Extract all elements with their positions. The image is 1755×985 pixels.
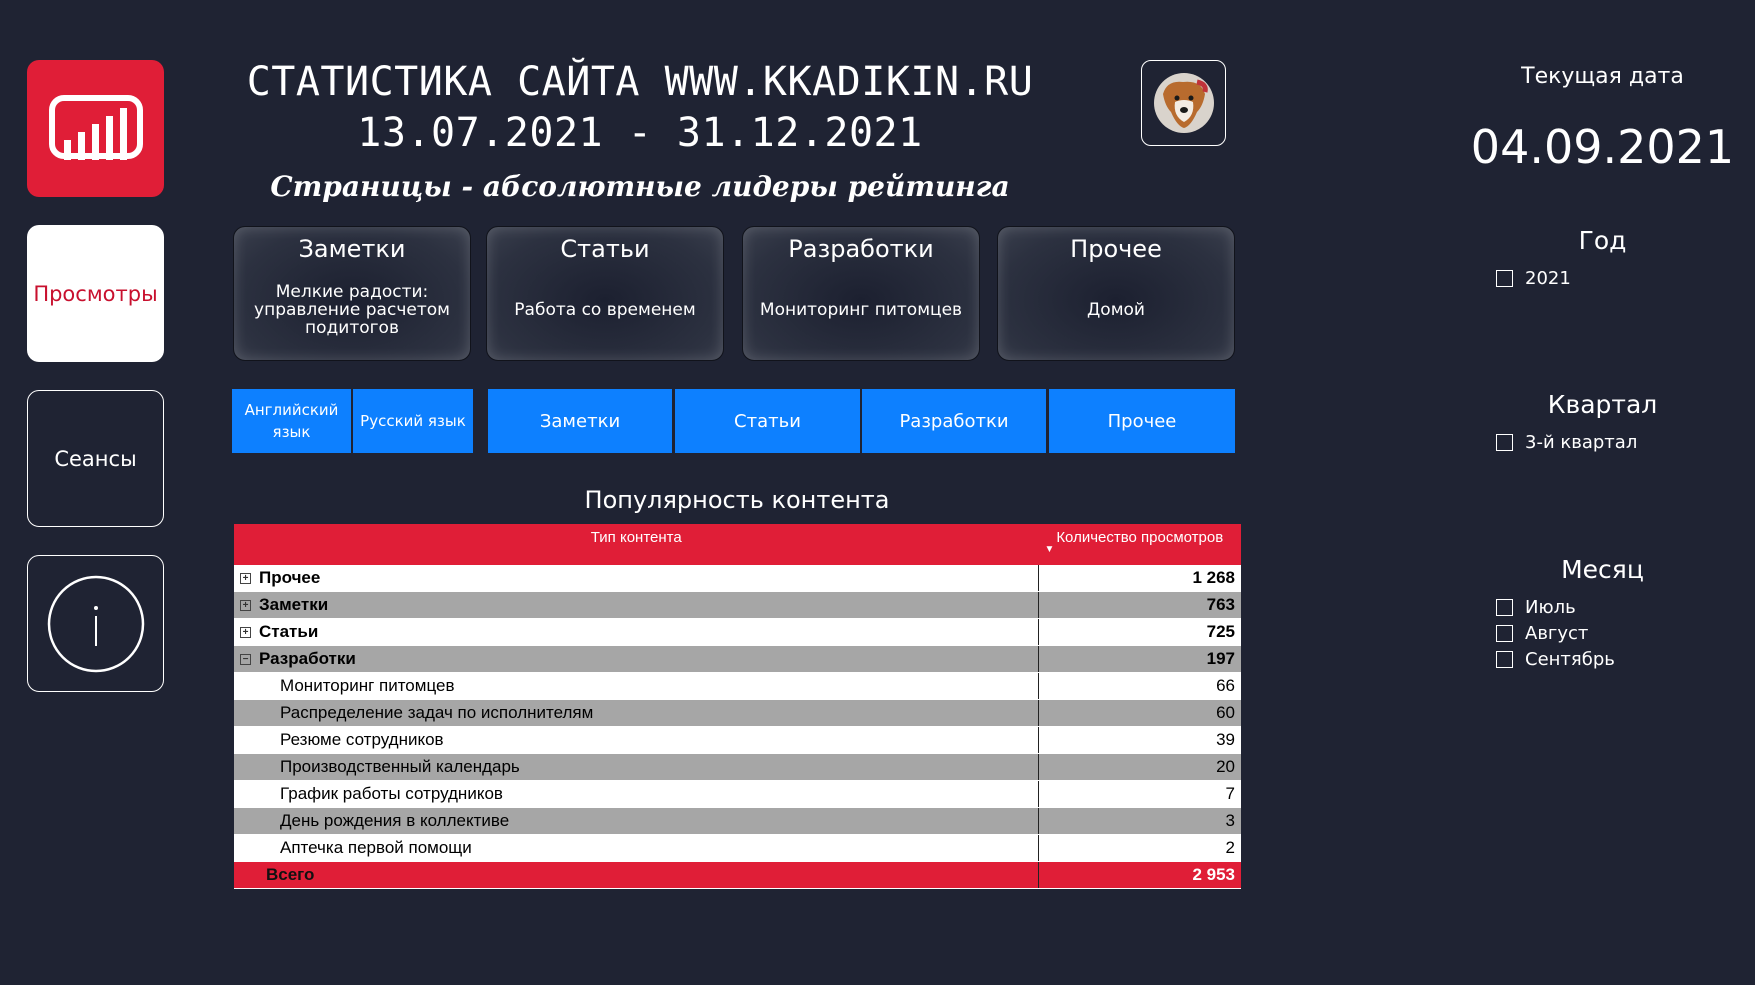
powerbi-logo-tile[interactable] [27, 60, 164, 197]
column-header-views-label: Количество просмотров [1056, 529, 1224, 546]
card-other: Прочее Домой [997, 226, 1235, 361]
nav-info-button[interactable] [27, 555, 164, 692]
expand-icon[interactable]: + [240, 627, 251, 639]
month-option-label: Сентябрь [1525, 649, 1615, 670]
avatar [1141, 60, 1226, 146]
info-icon [47, 575, 144, 672]
year-option-2021[interactable]: 2021 [1496, 268, 1571, 289]
nav-sessions-label: Сеансы [54, 446, 137, 471]
row-value: 763 [1038, 591, 1241, 619]
month-option-label: Август [1525, 623, 1589, 644]
row-value: 66 [1038, 672, 1241, 700]
card-developments-title: Разработки [788, 235, 934, 263]
total-label: Всего [234, 861, 1039, 889]
table-child-row: Производственный календарь 20 [234, 753, 1241, 781]
checkbox[interactable] [1496, 270, 1513, 287]
sort-descending-icon: ▼ [1044, 544, 1055, 555]
row-value: 60 [1038, 699, 1241, 727]
row-label: Прочее [259, 568, 321, 587]
card-notes-title: Заметки [298, 235, 406, 263]
year-option-label: 2021 [1525, 268, 1571, 289]
card-articles-text: Работа со временем [514, 300, 696, 320]
column-header-content-type[interactable]: Тип контента [234, 524, 1039, 565]
row-label: Аптечка первой помощи [234, 834, 1039, 862]
quarter-option-q3[interactable]: 3-й квартал [1496, 432, 1637, 453]
table-row: + Статьи 725 [234, 618, 1241, 646]
quarter-option-label: 3-й квартал [1525, 432, 1638, 453]
notes-filter-button[interactable]: Заметки [488, 389, 672, 453]
nav-sessions-button[interactable]: Сеансы [27, 390, 164, 527]
current-date-value: 04.09.2021 [1470, 120, 1735, 174]
row-value: 7 [1038, 780, 1241, 808]
card-other-text: Домой [1087, 300, 1145, 320]
card-developments-text: Мониторинг питомцев [759, 300, 963, 320]
expand-icon[interactable]: + [240, 573, 251, 585]
row-value: 197 [1038, 645, 1241, 673]
card-developments: Разработки Мониторинг питомцев [742, 226, 980, 361]
table-child-row: Распределение задач по исполнителям 60 [234, 699, 1241, 727]
card-other-title: Прочее [1070, 235, 1162, 263]
card-notes: Заметки Мелкие радости: управление расче… [233, 226, 471, 361]
card-articles: Статьи Работа со временем [486, 226, 724, 361]
quarter-slicer-label: Квартал [1547, 390, 1658, 419]
table-row: + Прочее 1 268 [234, 565, 1241, 592]
row-value: 2 [1038, 834, 1241, 862]
row-label: День рождения в коллективе [234, 807, 1039, 835]
table-total-row: Всего 2 953 [234, 861, 1241, 889]
checkbox[interactable] [1496, 625, 1513, 642]
row-label: Разработки [259, 649, 356, 668]
month-option-july[interactable]: Июль [1496, 597, 1576, 618]
row-label: График работы сотрудников [234, 780, 1039, 808]
table-child-row: Резюме сотрудников 39 [234, 726, 1241, 754]
row-label: Мониторинг питомцев [234, 672, 1039, 700]
articles-filter-button[interactable]: Статьи [675, 389, 860, 453]
month-option-september[interactable]: Сентябрь [1496, 649, 1615, 670]
english-language-button[interactable]: Английский язык [232, 389, 351, 453]
table-child-row: День рождения в коллективе 3 [234, 807, 1241, 835]
other-filter-button[interactable]: Прочее [1049, 389, 1235, 453]
table-row: − Разработки 197 [234, 645, 1241, 673]
card-notes-text: Мелкие радости: управление расчетом поди… [254, 282, 450, 338]
checkbox[interactable] [1496, 599, 1513, 616]
table-child-row: Мониторинг питомцев 66 [234, 672, 1241, 700]
russian-language-button[interactable]: Русский язык [353, 389, 473, 453]
row-value: 725 [1038, 618, 1241, 646]
checkbox[interactable] [1496, 651, 1513, 668]
row-value: 1 268 [1038, 565, 1241, 592]
row-label: Заметки [259, 595, 329, 614]
expand-icon[interactable]: + [240, 600, 251, 612]
nav-views-button[interactable]: Просмотры [27, 225, 164, 362]
row-label: Резюме сотрудников [234, 726, 1039, 754]
row-value: 20 [1038, 753, 1241, 781]
row-label: Статьи [259, 622, 319, 641]
total-value: 2 953 [1038, 861, 1241, 889]
developments-filter-button[interactable]: Разработки [862, 389, 1046, 453]
month-option-label: Июль [1525, 597, 1576, 618]
row-label: Распределение задач по исполнителям [234, 699, 1039, 727]
bar-chart-icon [48, 94, 143, 160]
table-child-row: Аптечка первой помощи 2 [234, 834, 1241, 862]
page-title-line1: СТАТИСТИКА САЙТА WWW.KKADIKIN.RU [246, 59, 1034, 105]
current-date-label: Текущая дата [1521, 64, 1684, 89]
month-slicer-label: Месяц [1561, 555, 1644, 584]
row-label: Производственный календарь [234, 753, 1039, 781]
content-popularity-table: Тип контента Количество просмотров ▼ + Пр… [234, 524, 1241, 889]
table-row: + Заметки 763 [234, 591, 1241, 619]
dog-avatar-icon [1153, 73, 1214, 133]
collapse-icon[interactable]: − [240, 654, 251, 666]
row-value: 3 [1038, 807, 1241, 835]
nav-views-label: Просмотры [33, 281, 158, 306]
year-slicer-label: Год [1578, 226, 1627, 255]
column-header-views[interactable]: Количество просмотров ▼ [1038, 524, 1241, 565]
table-child-row: График работы сотрудников 7 [234, 780, 1241, 808]
table-title: Популярность контента [584, 486, 890, 514]
page-subtitle: Страницы - абсолютные лидеры рейтинга [270, 170, 1010, 203]
row-value: 39 [1038, 726, 1241, 754]
month-option-august[interactable]: Август [1496, 623, 1588, 644]
checkbox[interactable] [1496, 434, 1513, 451]
card-articles-title: Статьи [560, 235, 650, 263]
page-title-dates: 13.07.2021 - 31.12.2021 [357, 110, 923, 156]
